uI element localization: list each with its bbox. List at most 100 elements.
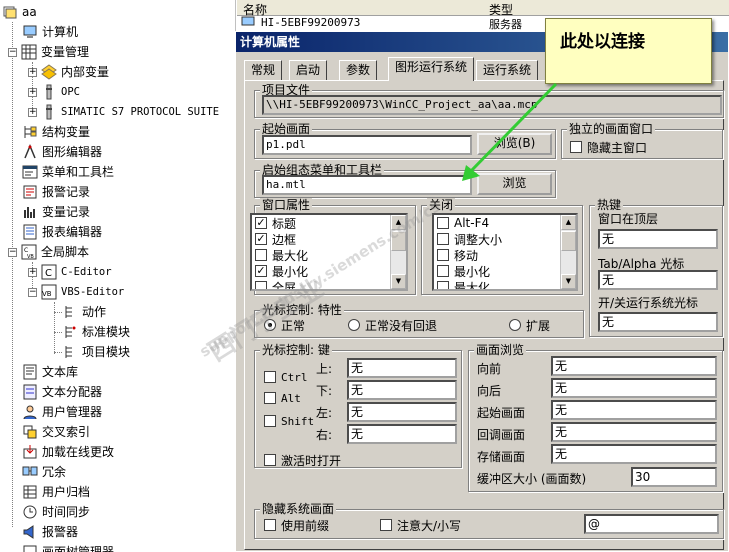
tab-general[interactable]: 常规 [244,60,283,80]
close-options-list[interactable]: Alt-F4 调整大小 移动 最小化 最大化 ▲ ▼ [432,213,578,291]
browse-start-picture-button[interactable]: 浏览(B) [477,133,552,155]
close-resize-item[interactable]: 调整大小 [434,231,576,247]
tree-item-user-admin[interactable]: 用户管理器 [22,402,102,422]
scroll-up-icon[interactable]: ▲ [561,215,576,230]
checkbox[interactable] [437,249,449,261]
tree-item-text-distributor[interactable]: 文本分配器 [22,382,102,402]
left-key-field[interactable]: 无 [347,402,457,422]
recall-picture-field[interactable]: 无 [551,422,717,442]
checkbox[interactable]: ✓ [255,217,267,229]
scrollbar[interactable]: ▲ ▼ [560,215,576,289]
close-maximize-item[interactable]: 最大化 [434,279,576,289]
ctrl-checkbox[interactable]: Ctrl [264,369,308,385]
tree-item-internal-tags[interactable]: + 内部变量 [28,62,109,82]
collapse-toggle[interactable]: − [8,247,17,257]
case-sensitive-checkbox[interactable]: 注意大/小写 [380,517,461,533]
use-prefix-checkbox[interactable]: 使用前缀 [264,517,329,533]
browse-menu-button[interactable]: 浏览 [477,173,552,195]
tab-startup[interactable]: 启动 [289,60,328,80]
shift-checkbox[interactable]: Shift [264,413,314,429]
buffer-size-field[interactable]: 30 [631,467,717,487]
window-attributes-list[interactable]: ✓ 标题 ✓ 边框 最大化 ✓ 最小化 全屏 ▲ ▼ [250,213,408,291]
tree-item-tag-logging[interactable]: 变量记录 [22,202,90,222]
hide-main-window-checkbox[interactable]: 隐藏主窗口 [570,139,647,155]
tree-item-menus-toolbars[interactable]: 菜单和工具栏 [22,162,114,182]
tree-item-report-designer[interactable]: 报表编辑器 [22,222,102,242]
store-picture-field[interactable]: 无 [551,444,717,464]
scroll-thumb[interactable] [561,231,576,251]
radio-normal-no-return[interactable]: 正常没有回退 [348,317,437,333]
tab-runtime[interactable]: 运行系统 [476,60,539,80]
tab-alpha-field[interactable]: 无 [598,270,718,290]
checkbox[interactable] [437,217,449,229]
tree-item-picture-tree[interactable]: 画面树管理器 [22,542,114,552]
scroll-up-icon[interactable]: ▲ [391,215,406,230]
tree-item-alarm-logging[interactable]: 报警记录 [22,182,90,202]
right-key-field[interactable]: 无 [347,424,457,444]
tree-item-opc[interactable]: + OPC [28,82,80,102]
tree-item-s7-protocol[interactable]: + SIMATIC S7 PROTOCOL SUITE [28,102,219,122]
tree-item-text-library[interactable]: 文本库 [22,362,78,382]
close-minimize-item[interactable]: 最小化 [434,263,576,279]
tab-graphics-runtime[interactable]: 图形运行系统 [388,57,475,81]
scroll-thumb[interactable] [391,231,406,251]
tree-item-project-module[interactable]: 项目模块 [62,342,130,362]
tree-item-redundancy[interactable]: 冗余 [22,462,66,482]
attr-border-item[interactable]: ✓ 边框 [252,231,406,247]
collapse-toggle[interactable]: − [28,287,37,297]
collapse-toggle[interactable]: − [8,47,17,57]
close-altf4-item[interactable]: Alt-F4 [434,215,576,231]
attr-title-item[interactable]: ✓ 标题 [252,215,406,231]
scroll-down-icon[interactable]: ▼ [561,274,576,289]
tree-item-action[interactable]: 动作 [62,302,106,322]
checkbox[interactable] [437,233,449,245]
tree-item-tag-management[interactable]: − 变量管理 [8,42,89,62]
activate-on-open-checkbox[interactable]: 激活时打开 [264,452,341,468]
start-pic-nav-field[interactable]: 无 [551,400,717,420]
tree-item-load-online-changes[interactable]: 加载在线更改 [22,442,114,462]
radio-normal[interactable]: 正常 [264,317,305,333]
tree-item-global-script[interactable]: − C VB 全局脚本 [8,242,89,262]
scrollbar[interactable]: ▲ ▼ [390,215,406,289]
up-key-field[interactable]: 无 [347,358,457,378]
scroll-down-icon[interactable]: ▼ [391,274,406,289]
alt-checkbox[interactable]: Alt [264,390,301,406]
attr-maximize-item[interactable]: 最大化 [252,247,406,263]
backward-field[interactable]: 无 [551,378,717,398]
window-on-top-field[interactable]: 无 [598,229,718,249]
checkbox[interactable] [437,281,449,289]
expand-toggle[interactable]: + [28,87,37,97]
attr-minimize-item[interactable]: ✓ 最小化 [252,263,406,279]
down-key-field[interactable]: 无 [347,380,457,400]
checkbox[interactable] [255,281,267,289]
tree-item-cross-reference[interactable]: 交叉索引 [22,422,90,442]
expand-toggle[interactable]: + [28,107,37,117]
start-picture-field[interactable]: p1.pdl [262,135,472,155]
close-move-item[interactable]: 移动 [434,247,576,263]
prefix-field[interactable]: @ [584,514,719,534]
checkbox[interactable] [255,249,267,261]
checkbox[interactable]: ✓ [255,265,267,277]
tree-item-user-archive[interactable]: 用户归档 [22,482,90,502]
tree-item-standard-module[interactable]: 标准模块 [62,322,130,342]
tree-root[interactable]: aa [2,2,37,22]
tree-item-time-sync[interactable]: 时间同步 [22,502,90,522]
attr-fullscreen-item[interactable]: 全屏 [252,279,406,289]
tree-item-structure-tags[interactable]: 结构变量 [22,122,90,142]
expand-toggle[interactable]: + [28,67,37,77]
checkbox[interactable]: ✓ [255,233,267,245]
radio-extended[interactable]: 扩展 [509,317,550,333]
toggle-runtime-cursor-field[interactable]: 无 [598,312,718,332]
forward-field[interactable]: 无 [551,356,717,376]
tree-item-computer[interactable]: 计算机 [22,22,78,42]
expand-toggle[interactable]: + [28,267,37,277]
store-picture-label: 存储画面 [477,450,526,464]
tab-parameters[interactable]: 参数 [339,60,378,80]
tree-item-graphics-designer[interactable]: 图形编辑器 [22,142,102,162]
tree-item-vbs-editor[interactable]: − VB VBS-Editor [28,282,124,302]
tree-item-horn[interactable]: 报警器 [22,522,78,542]
checkbox[interactable] [437,265,449,277]
start-menu-field[interactable]: ha.mtl [262,175,472,195]
project-tree[interactable]: aa 计算机 − 变量管理 + 内部变量 + OPC + SIMATIC S7 … [0,0,236,552]
tree-item-c-editor[interactable]: + C C-Editor [28,262,112,282]
